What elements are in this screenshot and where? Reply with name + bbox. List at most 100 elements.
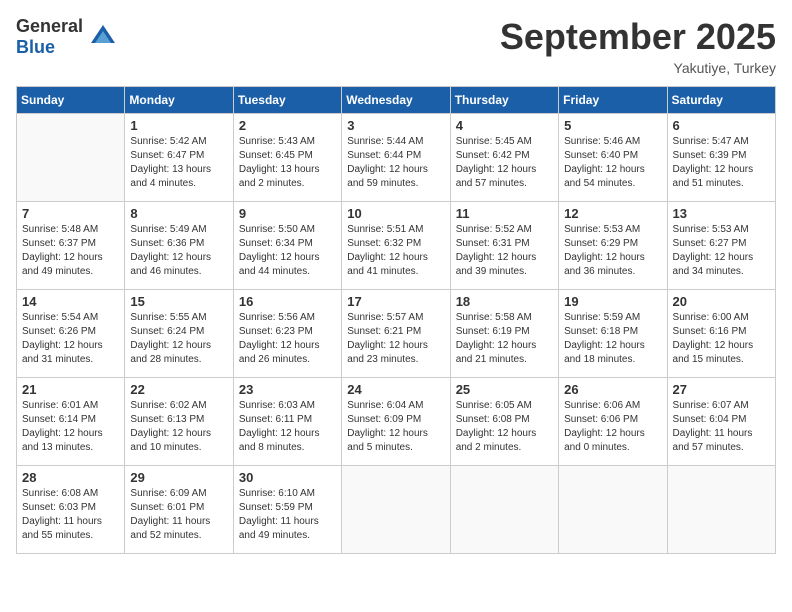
- calendar-cell: 22 Sunrise: 6:02 AMSunset: 6:13 PMDayligh…: [125, 378, 233, 466]
- day-number: 24: [347, 382, 444, 397]
- calendar-cell: 17Sunrise: 5:57 AMSunset: 6:21 PMDayligh…: [342, 290, 450, 378]
- day-number: 10: [347, 206, 444, 221]
- day-number: 22: [130, 382, 227, 397]
- day-info: Sunrise: 5:46 AMSunset: 6:40 PMDaylight:…: [564, 135, 661, 191]
- calendar-cell: [667, 466, 775, 554]
- logo-icon: [89, 23, 117, 51]
- calendar-cell: [559, 466, 667, 554]
- week-row-1: 1 Sunrise: 5:42 AMSunset: 6:47 PMDaylight…: [17, 114, 776, 202]
- calendar-cell: 15 Sunrise: 5:55 AMSunset: 6:24 PMDayligh…: [125, 290, 233, 378]
- calendar-cell: 13 Sunrise: 5:53 AMSunset: 6:27 PMDayligh…: [667, 202, 775, 290]
- day-info: Sunrise: 6:10 AMSunset: 5:59 PMDaylight:…: [239, 487, 336, 543]
- calendar-cell: 2 Sunrise: 5:43 AMSunset: 6:45 PMDaylight…: [233, 114, 341, 202]
- day-number: 14: [22, 294, 119, 309]
- calendar-cell: [342, 466, 450, 554]
- calendar-cell: 21Sunrise: 6:01 AMSunset: 6:14 PMDayligh…: [17, 378, 125, 466]
- calendar-cell: 1 Sunrise: 5:42 AMSunset: 6:47 PMDaylight…: [125, 114, 233, 202]
- day-info: Sunrise: 6:08 AMSunset: 6:03 PMDaylight:…: [22, 487, 119, 543]
- calendar-cell: 14Sunrise: 5:54 AMSunset: 6:26 PMDayligh…: [17, 290, 125, 378]
- logo-general: General: [16, 16, 83, 36]
- calendar-cell: 18 Sunrise: 5:58 AMSunset: 6:19 PMDayligh…: [450, 290, 558, 378]
- col-header-wednesday: Wednesday: [342, 87, 450, 114]
- day-number: 30: [239, 470, 336, 485]
- page-header: General Blue September 2025 Yakutiye, Tu…: [16, 16, 776, 76]
- day-info: Sunrise: 6:05 AMSunset: 6:08 PMDaylight:…: [456, 399, 553, 455]
- calendar-cell: [450, 466, 558, 554]
- calendar-cell: 26 Sunrise: 6:06 AMSunset: 6:06 PMDayligh…: [559, 378, 667, 466]
- month-title: September 2025: [500, 16, 776, 58]
- day-info: Sunrise: 6:02 AMSunset: 6:13 PMDaylight:…: [130, 399, 227, 455]
- day-number: 15: [130, 294, 227, 309]
- calendar-cell: 23 Sunrise: 6:03 AMSunset: 6:11 PMDayligh…: [233, 378, 341, 466]
- day-info: Sunrise: 5:45 AMSunset: 6:42 PMDaylight:…: [456, 135, 553, 191]
- day-number: 7: [22, 206, 119, 221]
- day-number: 5: [564, 118, 661, 133]
- day-info: Sunrise: 5:57 AMSunset: 6:21 PMDaylight:…: [347, 311, 444, 367]
- day-info: Sunrise: 5:53 AMSunset: 6:29 PMDaylight:…: [564, 223, 661, 279]
- day-number: 23: [239, 382, 336, 397]
- calendar-cell: 30 Sunrise: 6:10 AMSunset: 5:59 PMDayligh…: [233, 466, 341, 554]
- calendar-cell: 16Sunrise: 5:56 AMSunset: 6:23 PMDayligh…: [233, 290, 341, 378]
- day-number: 2: [239, 118, 336, 133]
- calendar-cell: 5 Sunrise: 5:46 AMSunset: 6:40 PMDaylight…: [559, 114, 667, 202]
- day-number: 4: [456, 118, 553, 133]
- day-number: 20: [673, 294, 770, 309]
- day-number: 16: [239, 294, 336, 309]
- day-info: Sunrise: 5:59 AMSunset: 6:18 PMDaylight:…: [564, 311, 661, 367]
- day-number: 9: [239, 206, 336, 221]
- location-subtitle: Yakutiye, Turkey: [500, 60, 776, 76]
- day-info: Sunrise: 5:58 AMSunset: 6:19 PMDaylight:…: [456, 311, 553, 367]
- title-block: September 2025 Yakutiye, Turkey: [500, 16, 776, 76]
- col-header-saturday: Saturday: [667, 87, 775, 114]
- day-number: 27: [673, 382, 770, 397]
- day-info: Sunrise: 6:07 AMSunset: 6:04 PMDaylight:…: [673, 399, 770, 455]
- day-info: Sunrise: 6:03 AMSunset: 6:11 PMDaylight:…: [239, 399, 336, 455]
- day-info: Sunrise: 5:52 AMSunset: 6:31 PMDaylight:…: [456, 223, 553, 279]
- calendar-cell: 29Sunrise: 6:09 AMSunset: 6:01 PMDayligh…: [125, 466, 233, 554]
- logo-blue: Blue: [16, 37, 55, 57]
- week-row-4: 21Sunrise: 6:01 AMSunset: 6:14 PMDayligh…: [17, 378, 776, 466]
- calendar-table: SundayMondayTuesdayWednesdayThursdayFrid…: [16, 86, 776, 554]
- col-header-tuesday: Tuesday: [233, 87, 341, 114]
- calendar-cell: 25 Sunrise: 6:05 AMSunset: 6:08 PMDayligh…: [450, 378, 558, 466]
- day-info: Sunrise: 5:44 AMSunset: 6:44 PMDaylight:…: [347, 135, 444, 191]
- calendar-cell: [17, 114, 125, 202]
- logo: General Blue: [16, 16, 117, 58]
- day-info: Sunrise: 5:55 AMSunset: 6:24 PMDaylight:…: [130, 311, 227, 367]
- calendar-cell: 11 Sunrise: 5:52 AMSunset: 6:31 PMDayligh…: [450, 202, 558, 290]
- week-row-3: 14Sunrise: 5:54 AMSunset: 6:26 PMDayligh…: [17, 290, 776, 378]
- day-number: 13: [673, 206, 770, 221]
- calendar-cell: 10 Sunrise: 5:51 AMSunset: 6:32 PMDayligh…: [342, 202, 450, 290]
- col-header-monday: Monday: [125, 87, 233, 114]
- day-number: 11: [456, 206, 553, 221]
- week-row-5: 28 Sunrise: 6:08 AMSunset: 6:03 PMDayligh…: [17, 466, 776, 554]
- calendar-header-row: SundayMondayTuesdayWednesdayThursdayFrid…: [17, 87, 776, 114]
- day-info: Sunrise: 5:51 AMSunset: 6:32 PMDaylight:…: [347, 223, 444, 279]
- day-number: 1: [130, 118, 227, 133]
- col-header-sunday: Sunday: [17, 87, 125, 114]
- day-number: 8: [130, 206, 227, 221]
- day-info: Sunrise: 5:53 AMSunset: 6:27 PMDaylight:…: [673, 223, 770, 279]
- day-info: Sunrise: 6:09 AMSunset: 6:01 PMDaylight:…: [130, 487, 227, 543]
- day-info: Sunrise: 6:04 AMSunset: 6:09 PMDaylight:…: [347, 399, 444, 455]
- calendar-cell: 24 Sunrise: 6:04 AMSunset: 6:09 PMDayligh…: [342, 378, 450, 466]
- day-number: 6: [673, 118, 770, 133]
- day-number: 18: [456, 294, 553, 309]
- calendar-cell: 6Sunrise: 5:47 AMSunset: 6:39 PMDaylight…: [667, 114, 775, 202]
- day-number: 21: [22, 382, 119, 397]
- day-number: 26: [564, 382, 661, 397]
- day-info: Sunrise: 5:42 AMSunset: 6:47 PMDaylight:…: [130, 135, 227, 191]
- calendar-cell: 8Sunrise: 5:49 AMSunset: 6:36 PMDaylight…: [125, 202, 233, 290]
- calendar-cell: 28 Sunrise: 6:08 AMSunset: 6:03 PMDayligh…: [17, 466, 125, 554]
- calendar-cell: 20Sunrise: 6:00 AMSunset: 6:16 PMDayligh…: [667, 290, 775, 378]
- calendar-cell: 7Sunrise: 5:48 AMSunset: 6:37 PMDaylight…: [17, 202, 125, 290]
- calendar-cell: 27 Sunrise: 6:07 AMSunset: 6:04 PMDayligh…: [667, 378, 775, 466]
- calendar-cell: 19Sunrise: 5:59 AMSunset: 6:18 PMDayligh…: [559, 290, 667, 378]
- day-number: 12: [564, 206, 661, 221]
- calendar-cell: 4 Sunrise: 5:45 AMSunset: 6:42 PMDaylight…: [450, 114, 558, 202]
- day-info: Sunrise: 5:43 AMSunset: 6:45 PMDaylight:…: [239, 135, 336, 191]
- day-number: 28: [22, 470, 119, 485]
- day-info: Sunrise: 6:06 AMSunset: 6:06 PMDaylight:…: [564, 399, 661, 455]
- day-number: 25: [456, 382, 553, 397]
- col-header-thursday: Thursday: [450, 87, 558, 114]
